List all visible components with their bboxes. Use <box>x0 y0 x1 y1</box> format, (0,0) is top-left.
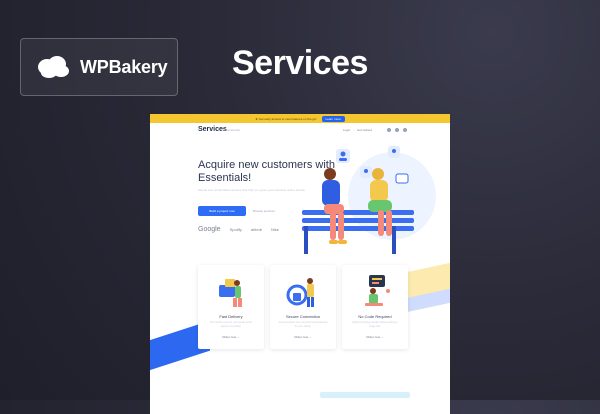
hero-cta-button[interactable]: Build a project now <box>198 206 246 216</box>
cart-icon[interactable] <box>387 128 391 132</box>
google-logo: Google <box>198 226 221 233</box>
card-link[interactable]: Order now → <box>342 335 408 339</box>
lock-illustration-icon <box>286 278 314 307</box>
cloud-logo-icon <box>38 56 69 78</box>
feature-card-secure-connection[interactable]: Secure Connection All connections are en… <box>270 265 336 349</box>
feature-card-fast-delivery[interactable]: Fast Delivery Our service ensures your g… <box>198 265 264 349</box>
brand-name: WPBakery <box>80 56 168 77</box>
site-logo[interactable]: Services <box>198 126 227 133</box>
partner-logos: Google Spotify airbnb Nike <box>198 226 288 233</box>
announcement-button[interactable]: Learn more <box>321 115 345 122</box>
code-illustration-icon <box>365 275 390 306</box>
feature-card-no-code[interactable]: No Code Required Build everything visual… <box>342 265 408 349</box>
card-link[interactable]: Order now → <box>198 335 264 339</box>
nike-logo: Nike <box>270 227 279 232</box>
delivery-illustration-icon <box>219 279 242 307</box>
website-preview: ★ Get early access to new features on th… <box>150 114 450 414</box>
page-headline: Services <box>232 44 368 82</box>
card-title: Fast Delivery <box>219 314 243 319</box>
nav-link-get-started[interactable]: Get started <box>357 128 372 132</box>
card-description: Build everything visually without writin… <box>352 321 398 328</box>
site-logo-sub: Ecommerce <box>224 128 241 132</box>
profile-bubble-icon-2 <box>360 166 372 178</box>
card-link[interactable]: Order now → <box>270 335 336 339</box>
announcement-text: ★ Get early access to new features on th… <box>255 116 317 121</box>
announcement-bar: ★ Get early access to new features on th… <box>150 114 450 123</box>
hero-illustration <box>302 146 436 254</box>
profile-bubble-icon-3 <box>388 146 400 158</box>
spotify-logo: Spotify <box>229 227 242 232</box>
airbnb-logo: airbnb <box>250 227 262 232</box>
card-description: All connections are encrypted and protec… <box>278 321 328 328</box>
nav-link-login[interactable]: Login <box>343 128 350 132</box>
bottom-input-bar <box>320 392 410 398</box>
user-icon[interactable] <box>395 128 399 132</box>
card-description: Our service ensures your goods arrive qu… <box>209 321 253 328</box>
hero-secondary-link[interactable]: Browse services <box>253 209 275 213</box>
card-title: No Code Required <box>358 314 392 319</box>
wpbakery-badge: WPBakery <box>20 38 178 96</box>
card-title: Secure Connection <box>285 314 321 319</box>
profile-bubble-icon <box>336 149 350 163</box>
chat-bubble-icon <box>395 173 409 184</box>
search-icon[interactable] <box>403 128 407 132</box>
